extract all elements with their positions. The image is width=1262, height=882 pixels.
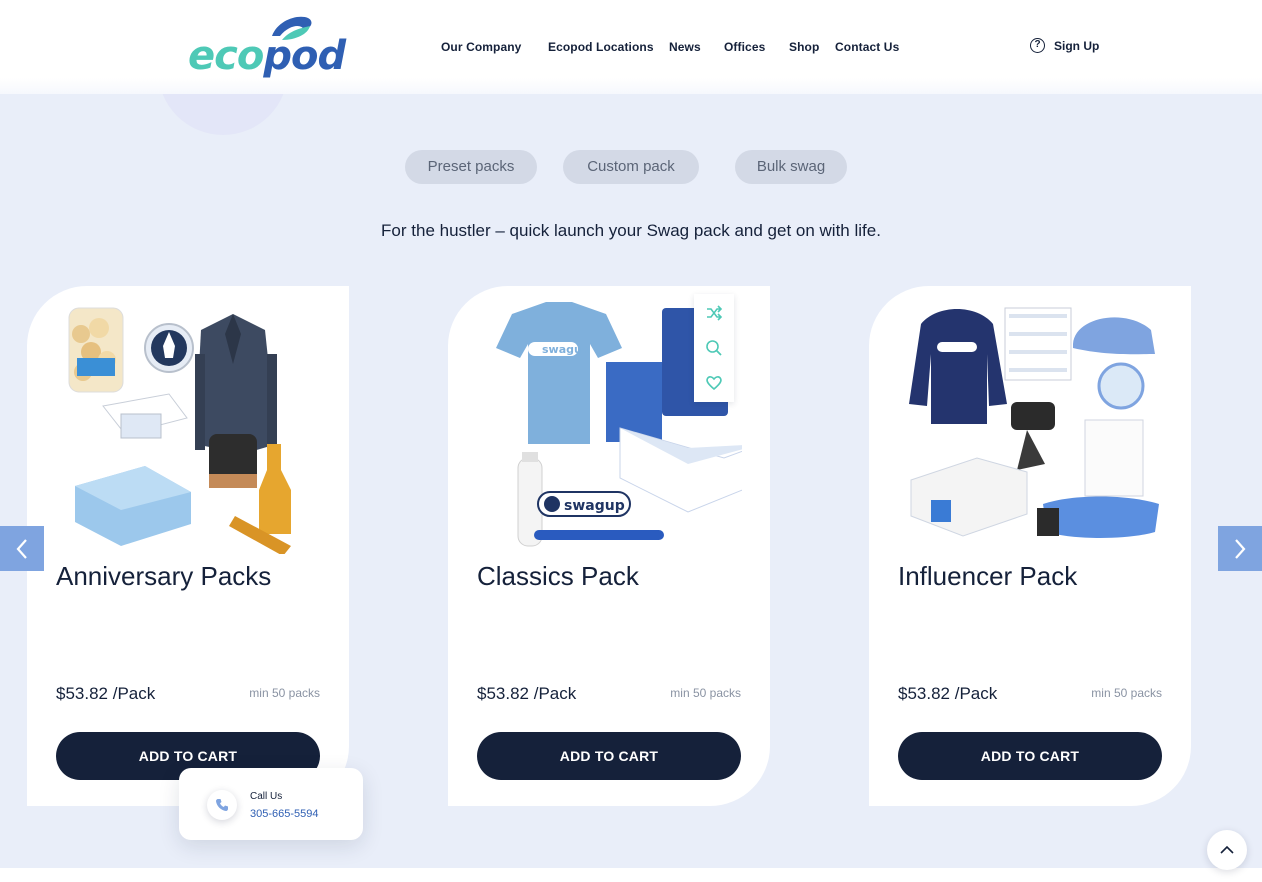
site-header: ecopod Our Company Ecopod Locations News… [0, 0, 1262, 94]
price-unit: /Pack [954, 684, 998, 703]
add-to-cart-button[interactable]: ADD TO CART [898, 732, 1162, 780]
card-action-bar [694, 294, 734, 402]
product-price: $53.82 /Pack [477, 684, 576, 704]
tab-custom-pack[interactable]: Custom pack [563, 150, 699, 184]
call-us-label: Call Us [250, 791, 283, 802]
price-unit: /Pack [533, 684, 577, 703]
header-fade [0, 78, 1262, 94]
nav-contact-us[interactable]: Contact Us [835, 40, 899, 54]
sign-up-link[interactable]: ? Sign Up [1030, 38, 1099, 53]
chevron-right-icon [1235, 538, 1246, 559]
price-unit: /Pack [112, 684, 156, 703]
price-value: $53.82 [477, 684, 529, 703]
chevron-up-icon [1220, 845, 1234, 854]
logo-eco-text: eco [188, 33, 264, 79]
footer-edge [0, 868, 1262, 882]
search-icon[interactable] [705, 339, 723, 357]
price-value: $53.82 [898, 684, 950, 703]
tab-bulk-swag[interactable]: Bulk swag [735, 150, 847, 184]
logo-pod-text: pod [263, 33, 346, 79]
heart-icon[interactable] [705, 374, 723, 392]
call-us-number[interactable]: 305-665-5594 [250, 808, 319, 820]
product-card-classics[interactable]: swagup swagup Classics Pack $53.82 /Pack… [448, 286, 770, 806]
sign-up-label: Sign Up [1054, 38, 1100, 53]
carousel-next-button[interactable] [1218, 526, 1262, 571]
swag-brand-text: swagup [542, 343, 590, 356]
product-title[interactable]: Anniversary Packs [56, 561, 271, 592]
chevron-left-icon [16, 538, 27, 559]
product-image-influencer[interactable] [897, 294, 1163, 554]
call-us-widget[interactable]: Call Us 305-665-5594 [179, 768, 363, 840]
swag-brand-text: swagup [564, 498, 625, 514]
scroll-to-top-button[interactable] [1207, 830, 1247, 870]
nav-offices[interactable]: Offices [724, 40, 765, 54]
nav-shop[interactable]: Shop [789, 40, 819, 54]
phone-icon [207, 790, 237, 820]
product-title[interactable]: Influencer Pack [898, 561, 1077, 592]
section-tagline: For the hustler – quick launch your Swag… [381, 221, 881, 240]
ecopod-logo[interactable]: ecopod [188, 14, 346, 80]
carousel-prev-button[interactable] [0, 526, 44, 571]
nav-our-company[interactable]: Our Company [441, 40, 521, 54]
product-card-influencer[interactable]: Influencer Pack $53.82 /Pack min 50 pack… [869, 286, 1191, 806]
product-min-quantity: min 50 packs [249, 686, 320, 700]
product-min-quantity: min 50 packs [1091, 686, 1162, 700]
product-price: $53.82 /Pack [898, 684, 997, 704]
product-card-anniversary[interactable]: Anniversary Packs $53.82 /Pack min 50 pa… [27, 286, 349, 806]
nav-news[interactable]: News [669, 40, 701, 54]
tab-preset-packs[interactable]: Preset packs [405, 150, 537, 184]
price-value: $53.82 [56, 684, 108, 703]
product-image-anniversary[interactable] [55, 294, 321, 554]
product-title[interactable]: Classics Pack [477, 561, 639, 592]
shuffle-icon[interactable] [705, 304, 723, 322]
logo-wordmark: ecopod [188, 33, 346, 79]
add-to-cart-button[interactable]: ADD TO CART [477, 732, 741, 780]
nav-ecopod-locations[interactable]: Ecopod Locations [548, 40, 654, 54]
question-circle-icon: ? [1030, 38, 1045, 53]
product-price: $53.82 /Pack [56, 684, 155, 704]
product-min-quantity: min 50 packs [670, 686, 741, 700]
